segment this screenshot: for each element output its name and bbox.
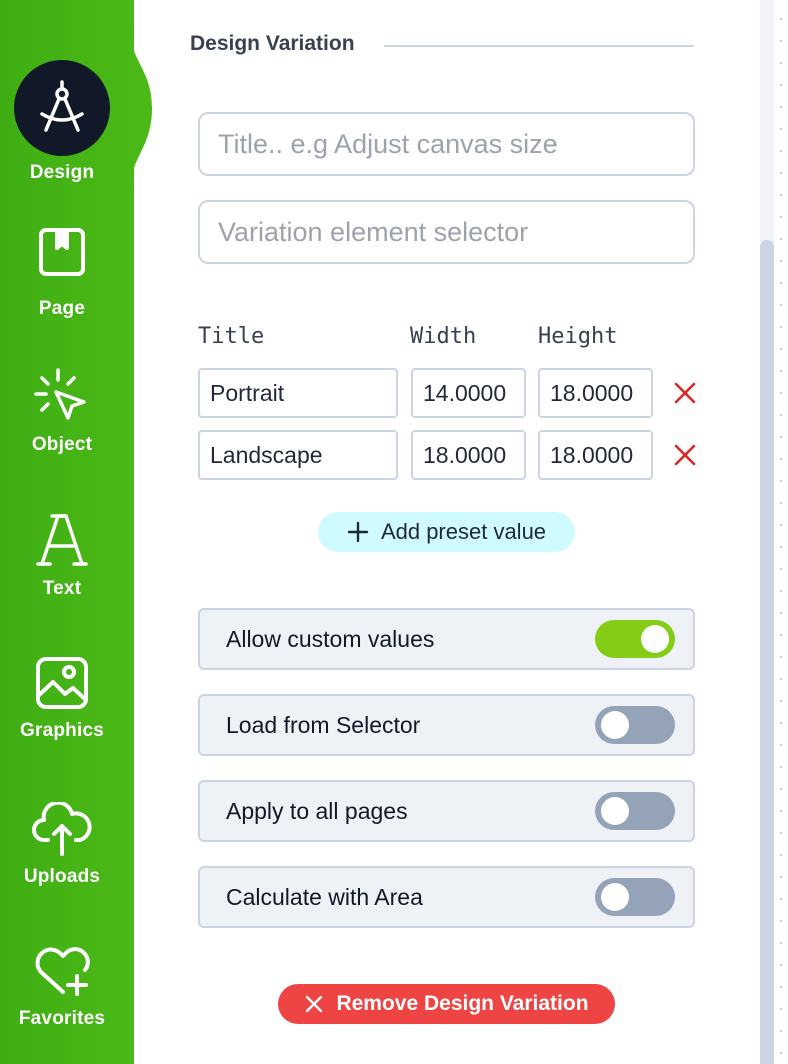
remove-label: Remove Design Variation: [336, 992, 589, 1015]
sidebar-item-label: Uploads: [23, 866, 101, 887]
cloud-upload-icon: [32, 802, 92, 856]
letter-a-icon: [36, 514, 88, 566]
sidebar-item-label: Favorites: [18, 1008, 106, 1029]
column-header-width: Width: [410, 324, 477, 349]
variation-selector-input[interactable]: [198, 200, 695, 264]
sidebar-item-label: Text: [42, 578, 82, 599]
sidebar-item-label: Object: [31, 434, 93, 455]
cursor-click-icon: [34, 368, 86, 420]
sidebar-item-object[interactable]: Object: [0, 368, 124, 456]
column-header-title: Title: [198, 324, 265, 349]
canvas-edge: [774, 0, 788, 1064]
toggle-label: Apply to all pages: [226, 797, 408, 824]
load-from-selector-toggle[interactable]: [595, 706, 675, 744]
sidebar-item-label: Page: [38, 298, 86, 319]
toggle-label: Allow custom values: [226, 625, 435, 652]
preset-height-field[interactable]: [538, 430, 653, 480]
toggle-row-allow-custom-values: Allow custom values: [198, 608, 695, 670]
toggle-knob: [601, 883, 629, 911]
toggle-row-apply-to-all-pages: Apply to all pages: [198, 780, 695, 842]
add-preset-button[interactable]: Add preset value: [318, 512, 575, 552]
add-preset-label: Add preset value: [380, 519, 547, 544]
apply-to-all-pages-toggle[interactable]: [595, 792, 675, 830]
sidebar-item-label: Graphics: [20, 720, 104, 741]
preset-title-field[interactable]: [198, 368, 398, 418]
sidebar-item-favorites[interactable]: Favorites: [0, 944, 124, 1030]
preset-title-field[interactable]: [198, 430, 398, 480]
remove-design-variation-button[interactable]: Remove Design Variation: [278, 984, 615, 1024]
allow-custom-values-toggle[interactable]: [595, 620, 675, 658]
preset-height-field[interactable]: [538, 368, 653, 418]
toggle-label: Calculate with Area: [226, 883, 423, 910]
section-divider: [384, 45, 694, 47]
sidebar-item-label: Design: [29, 162, 95, 183]
section-title: Design Variation: [190, 32, 355, 55]
preset-width-field[interactable]: [411, 368, 526, 418]
toggle-knob: [641, 625, 669, 653]
sidebar-item-text[interactable]: Text: [0, 512, 124, 600]
preset-width-field[interactable]: [411, 430, 526, 480]
toggle-knob: [601, 797, 629, 825]
column-header-height: Height: [538, 324, 618, 349]
sidebar-item-design[interactable]: Design: [0, 60, 124, 184]
sidebar-item-uploads[interactable]: Uploads: [0, 802, 124, 888]
scrollbar-thumb[interactable]: [760, 240, 774, 1064]
plus-icon: [347, 521, 369, 543]
toggle-row-calculate-with-area: Calculate with Area: [198, 866, 695, 928]
sidebar-item-page[interactable]: Page: [0, 226, 124, 320]
sidebar-active-notch: [130, 30, 152, 190]
toggle-label: Load from Selector: [226, 711, 421, 738]
bookmark-page-icon: [39, 228, 85, 276]
calculate-with-area-toggle[interactable]: [595, 878, 675, 916]
delete-preset-close-icon[interactable]: [672, 442, 698, 468]
active-indicator: [14, 60, 110, 156]
image-icon: [36, 657, 88, 709]
heart-plus-icon: [35, 947, 90, 996]
delete-preset-close-icon[interactable]: [672, 380, 698, 406]
sidebar-item-graphics[interactable]: Graphics: [0, 656, 124, 742]
compass-icon: [40, 80, 84, 132]
toggle-row-load-from-selector: Load from Selector: [198, 694, 695, 756]
variation-title-input[interactable]: [198, 112, 695, 176]
toggle-knob: [601, 711, 629, 739]
close-icon: [306, 995, 323, 1013]
